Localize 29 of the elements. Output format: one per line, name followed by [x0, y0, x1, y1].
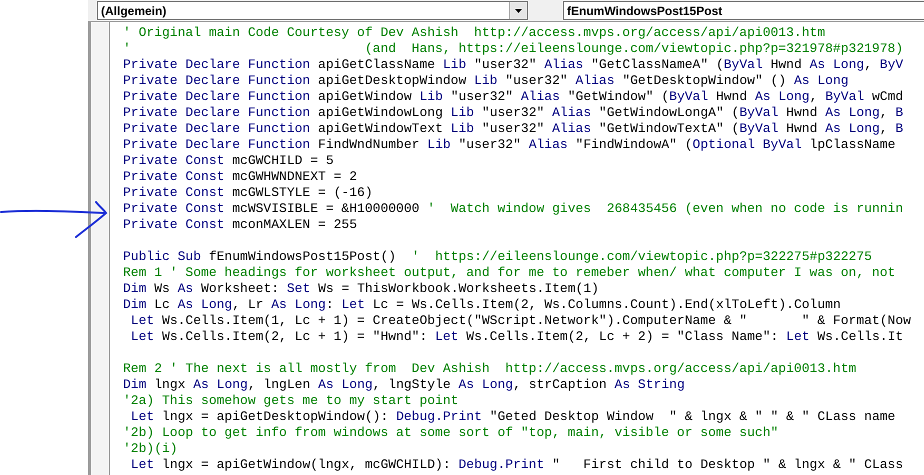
code-line: Private Const mcGWHWNDNEXT = 2 — [123, 169, 358, 185]
code-line: Let lngx = apiGetWindow(lngx, mcGWCHILD): Debug.Print " First child to Desktop " & lngx & " CLass — [130, 457, 904, 473]
code-line: Private Declare Function apiGetWindowLong Lib "user32" Alias "GetWindowLongA" (ByVal Hwnd As Long, B — [123, 105, 904, 121]
code-line: Private Const mcGWLSTYLE = (-16) — [123, 185, 373, 201]
code-line: Dim Lc As Long, Lr As Long: Let Lc = Ws.Cells.Item(2, Ws.Columns.Count).End(xlToLeft).Column — [123, 297, 841, 313]
code-line: Let Ws.Cells.Item(2, Lc + 1) = "Hwnd": Let Ws.Cells.Item(2, Lc + 2) = "Class Name": Let Ws.Cells.It — [130, 329, 904, 345]
code-line: Private Const mconMAXLEN = 255 — [123, 217, 358, 233]
code-line: '2b)(i) — [123, 441, 178, 457]
code-line: Private Declare Function apiGetWindowText Lib "user32" Alias "GetWindowTextA" (ByVal Hwnd As Long, B — [123, 121, 904, 137]
code-line: '2a) This somehow gets me to my start point — [123, 393, 458, 409]
code-line: Private Declare Function apiGetWindow Lib "user32" Alias "GetWindow" (ByVal Hwnd As Long, ByVal wCmd — [123, 89, 904, 105]
code-line: Rem 1 ' Some headings for worksheet output, and for me to remeber when/ what computer I was on, not — [123, 265, 896, 281]
code-line: Private Const mcGWCHILD = 5 — [123, 153, 334, 169]
code-line: Dim Ws As Worksheet: Set Ws = ThisWorkbook.Worksheets.Item(1) — [123, 281, 599, 297]
code-line: '2b) Loop to get info from windows at some sort of "top, main, visible or some such" — [123, 425, 778, 441]
caret-icon — [515, 8, 522, 12]
code-line: Let Ws.Cells.Item(1, Lc + 1) = CreateObject("WScript.Network").ComputerName & " " & Format(Now — [130, 313, 911, 329]
code-line: Public Sub fEnumWindowsPost15Post() ' https://eileenslounge.com/viewtopic.php?p=322275#p322275 — [123, 249, 872, 265]
code-line: Private Declare Function apiGetClassName Lib "user32" Alias "GetClassNameA" (ByVal Hwnd As Long, ByV — [123, 57, 904, 73]
code-line: Private Const mcWSVISIBLE = &H10000000 ' Watch window gives 268435456 (even when no code is runnin — [123, 201, 904, 217]
procedure-dropdown[interactable]: fEnumWindowsPost15Post — [563, 1, 924, 20]
object-dropdown[interactable]: (Allgemein) — [97, 1, 528, 20]
code-line: Private Declare Function FindWndNumber Lib "user32" Alias "FindWindowA" (Optional ByVal lpClassName — [123, 137, 896, 153]
code-line: Rem 2 ' The next is all mostly from Dev Ashish http://access.mvps.org/access/api/api0013.htm — [123, 361, 856, 377]
code-line: Private Declare Function apiGetDesktopWindow Lib "user32" Alias "GetDesktopWindow" () As Long — [123, 73, 849, 89]
code-line: Dim lngx As Long, lngLen As Long, lngStyle As Long, strCaption As String — [123, 377, 685, 393]
code-line: ' (and Hans, https://eileenslounge.com/viewtopic.php?p=321978#p321978) — [123, 41, 904, 57]
code-line: Let lngx = apiGetDesktopWindow(): Debug.Print "Geted Desktop Window " & lngx & " " & " CLass name — [130, 409, 896, 425]
code-line: ' Original main Code Courtesy of Dev Ashish http://access.mvps.org/access/api/api0013.htm — [123, 25, 826, 41]
